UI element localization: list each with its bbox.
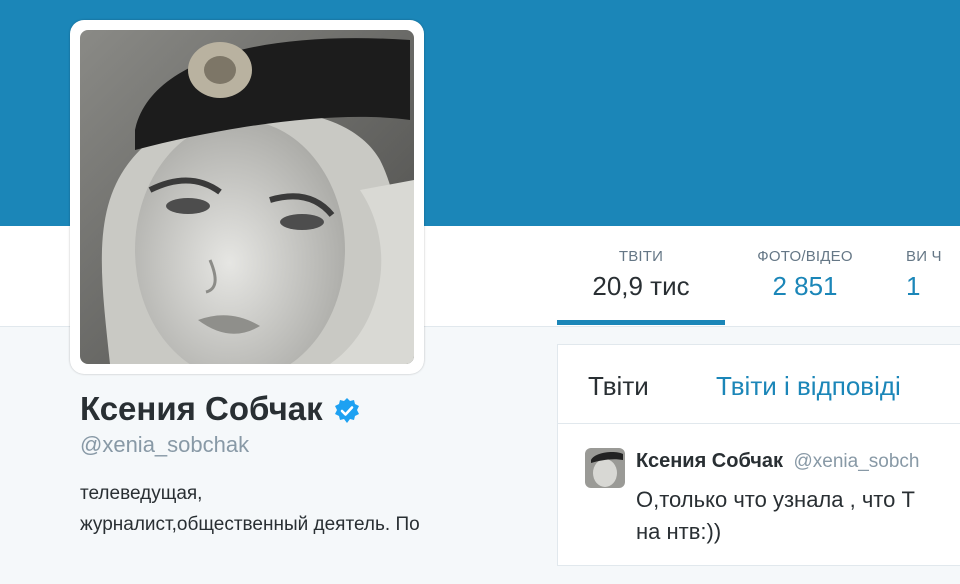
stat-tweets-label: ТВІТИ <box>618 248 664 265</box>
tab-tweets-and-replies[interactable]: Твіти і відповіді <box>716 371 901 402</box>
profile-bio: телеведущая, журналист,общественный деят… <box>80 478 520 540</box>
tweet-author-handle[interactable]: @xenia_sobch <box>794 451 920 472</box>
tab-tweets[interactable]: Твіти <box>588 371 649 402</box>
profile-photo <box>80 30 414 364</box>
tweet-text-line: О,только что узнала , что Т <box>636 487 915 512</box>
stat-media-label: ФОТО/ВІДЕО <box>757 248 853 265</box>
stat-tweets[interactable]: ТВІТИ 20,9 тис <box>560 248 722 302</box>
stat-media[interactable]: ФОТО/ВІДЕО 2 851 <box>730 248 880 302</box>
profile-avatar[interactable] <box>80 30 414 364</box>
profile-name[interactable]: Ксения Собчак <box>80 390 361 428</box>
stat-media-value: 2 851 <box>772 271 838 301</box>
tweet[interactable]: Ксения Собчак @xenia_sobch О,только что … <box>558 424 960 584</box>
stat-tweets-value: 20,9 тис <box>592 271 690 301</box>
profile-screen-name[interactable]: @xenia_sobchak <box>80 432 249 458</box>
bio-line: журналист,общественный деятель. По <box>80 514 420 535</box>
timeline-tabs: Твіти Твіти і відповіді <box>558 345 960 424</box>
tweet-header: Ксения Собчак @xenia_sobch <box>636 450 920 473</box>
active-stat-indicator <box>557 320 725 325</box>
profile-name-text[interactable]: Ксения Собчак <box>80 390 323 428</box>
tweet-avatar[interactable] <box>585 448 625 488</box>
tweet-author-name[interactable]: Ксения Собчак <box>636 450 783 472</box>
stat-following[interactable]: ВИ Ч 1 <box>906 248 960 302</box>
stat-following-value: 1 <box>906 271 921 301</box>
verified-badge-icon <box>333 395 361 423</box>
timeline: Твіти Твіти і відповіді Ксения Собчак @x… <box>557 344 960 566</box>
stat-following-label: ВИ Ч <box>906 248 942 265</box>
profile-avatar-frame[interactable] <box>70 20 424 374</box>
tweet-avatar-photo <box>585 448 625 488</box>
tweet-text: О,только что узнала , что Т на нтв:)) <box>636 484 960 548</box>
bio-line: телеведущая, <box>80 483 203 504</box>
tweet-text-line: на нтв:)) <box>636 519 722 544</box>
